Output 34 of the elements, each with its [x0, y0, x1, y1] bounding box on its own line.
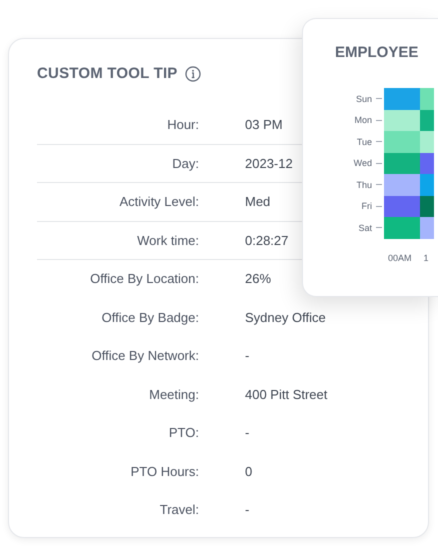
field-value: 26%: [245, 271, 272, 286]
axis-label: Mon: [353, 115, 373, 126]
field-value: Med: [245, 194, 270, 210]
field-value: -: [245, 425, 250, 440]
field-value: 0: [245, 464, 252, 479]
field-label: Office By Badge:: [102, 310, 199, 325]
field-value: 0:28:27: [245, 232, 288, 248]
field-value: -: [245, 502, 250, 518]
axis-label: Thu: [355, 180, 373, 190]
field-label: Meeting:: [149, 386, 199, 402]
axis-label: 1: [424, 252, 429, 262]
axis-label: Fri: [360, 201, 373, 212]
card-title: EMPLOYEE: [335, 44, 418, 61]
axis-label: Tue: [356, 136, 373, 147]
field-value: -: [245, 348, 250, 364]
field-label: PTO Hours:: [130, 464, 199, 479]
field-label: Hour:: [167, 117, 199, 132]
field-label: Work time:: [137, 232, 199, 248]
field-label: Activity Level:: [120, 194, 199, 210]
field-label: Office By Location:: [90, 271, 199, 286]
field-label: Day:: [172, 156, 199, 171]
axis-label: 00AM: [388, 252, 412, 262]
field-label: Travel:: [160, 502, 199, 518]
field-value: 400 Pitt Street: [245, 386, 328, 402]
info-icon[interactable]: [184, 66, 201, 82]
field-value: 03 PM: [245, 117, 283, 132]
axis-label: Sun: [354, 94, 373, 104]
card-title: CUSTOM TOOL TIP: [37, 65, 178, 82]
axis-label: Sat: [357, 222, 373, 233]
axis-label: Wed: [352, 158, 373, 168]
field-label: PTO:: [168, 425, 199, 440]
field-value: Sydney Office: [245, 310, 326, 325]
field-value: 2023-12: [245, 156, 293, 171]
field-label: Office By Network:: [92, 348, 199, 364]
